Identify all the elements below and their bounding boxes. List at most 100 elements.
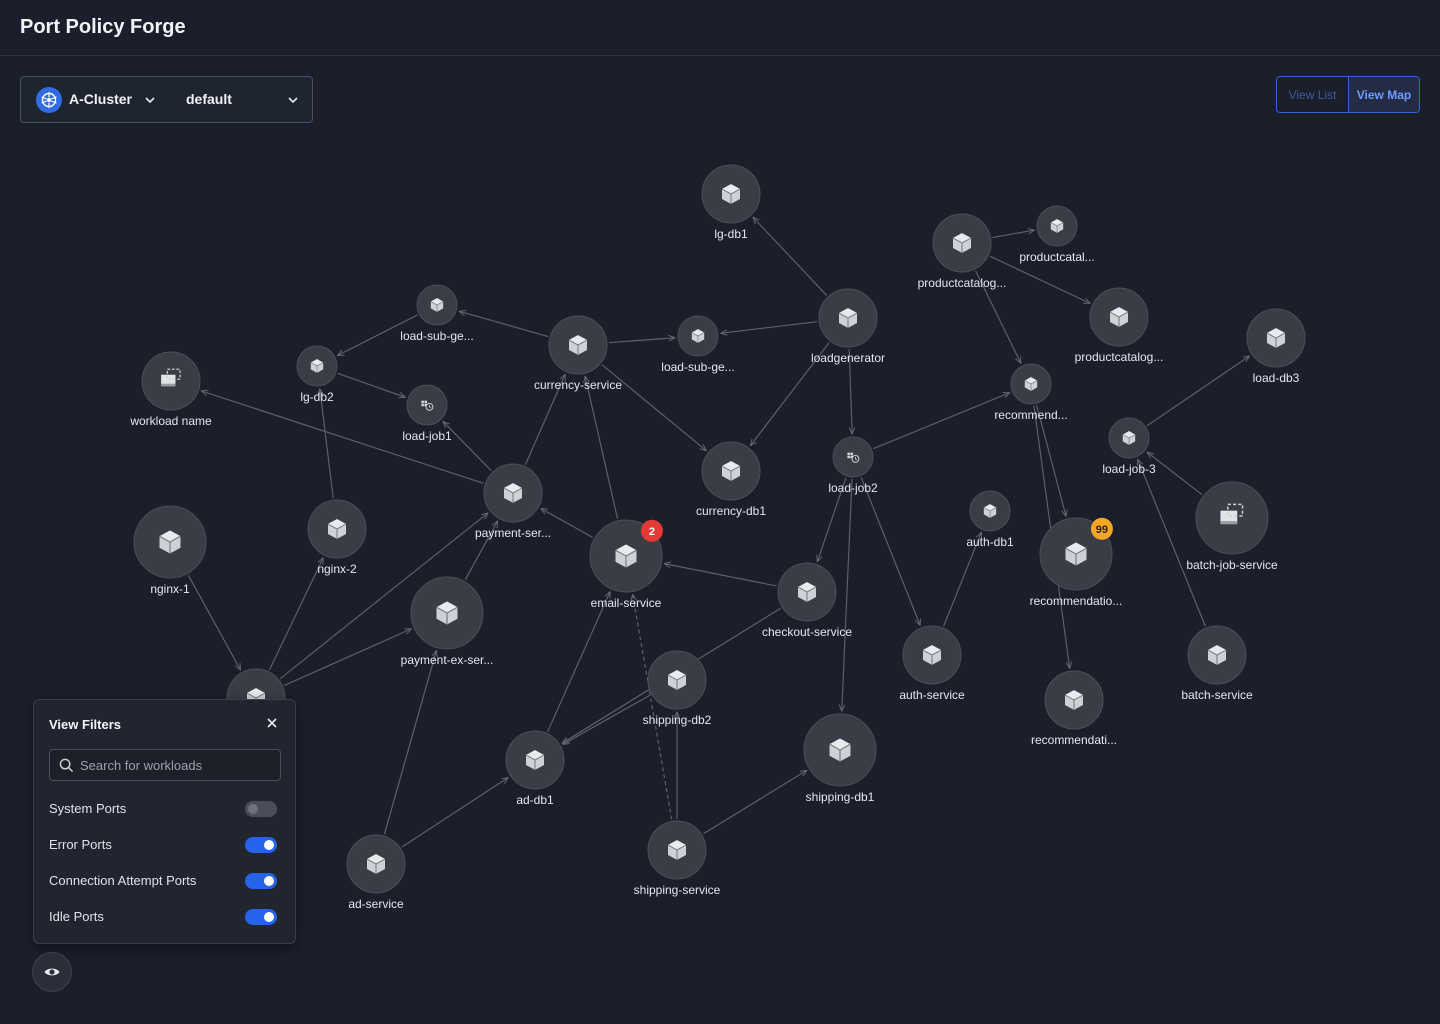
edge-email-service-to-currency-service [585, 376, 619, 520]
alert-badge-count: 99 [1096, 524, 1108, 536]
node-label: load-sub-ge... [661, 360, 734, 374]
workload-node-recommendati[interactable]: recommendati... [1031, 670, 1117, 747]
workload-node-shipping-db2[interactable]: shipping-db2 [643, 650, 712, 727]
workload-node-payment-ser[interactable]: payment-ser... [475, 463, 551, 540]
workload-node-lg-db2[interactable]: lg-db2 [296, 345, 338, 404]
node-label: productcatalog... [1075, 350, 1164, 364]
node-label: shipping-db1 [806, 790, 875, 804]
workload-node-shipping-db1[interactable]: shipping-db1 [803, 713, 877, 804]
node-label: lg-db2 [300, 390, 334, 404]
workload-node-batch-service[interactable]: batch-service [1181, 625, 1253, 702]
workload-node-workload-name[interactable]: workload name [129, 351, 212, 428]
node-label: lg-db1 [714, 227, 748, 241]
workload-node-productcatalog-a[interactable]: productcatalog... [918, 213, 1007, 290]
eye-icon [44, 968, 60, 976]
workload-node-currency-service[interactable]: currency-service [534, 315, 622, 392]
idle-ports-toggle[interactable] [245, 909, 277, 925]
node-label: auth-service [899, 688, 965, 702]
node-label: batch-service [1181, 688, 1253, 702]
node-label: checkout-service [762, 625, 852, 639]
edge-loadgenerator-to-lg-db1 [753, 217, 828, 296]
workload-node-load-sub-ge-2[interactable]: load-sub-ge... [661, 315, 735, 374]
workload-node-payment-ex-ser[interactable]: payment-ex-ser... [401, 576, 494, 667]
workload-node-nginx-1[interactable]: nginx-1 [133, 505, 207, 596]
workload-node-recommend[interactable]: recommend... [994, 363, 1068, 422]
workload-node-auth-service[interactable]: auth-service [899, 625, 965, 702]
filter-label: Idle Ports [49, 909, 104, 924]
workload-node-email-service[interactable]: email-service 2 [589, 519, 663, 610]
close-icon[interactable] [265, 716, 279, 730]
workload-node-lg-db1[interactable]: lg-db1 [701, 164, 761, 241]
view-filters-panel: View Filters System Ports Error Ports Co… [33, 699, 296, 944]
workload-node-checkout-service[interactable]: checkout-service [762, 562, 852, 639]
workload-node-nginx-2[interactable]: nginx-2 [307, 499, 367, 576]
workload-node-ad-db1[interactable]: ad-db1 [505, 730, 565, 807]
filter-row-system-ports: System Ports [49, 799, 281, 819]
filter-row-error-ports: Error Ports [49, 835, 281, 855]
filter-label: System Ports [49, 801, 127, 816]
search-icon [59, 758, 74, 773]
workload-node-load-job-3[interactable]: load-job-3 [1102, 417, 1156, 476]
filter-label: Connection Attempt Ports [49, 873, 197, 888]
node-label: recommend... [994, 408, 1067, 422]
filter-label: Error Ports [49, 837, 112, 852]
edge-load-job2-to-auth-service [860, 477, 920, 625]
workload-node-load-sub-ge-1[interactable]: load-sub-ge... [400, 284, 474, 343]
edge-nginx-1-to-hidden-node [187, 574, 242, 670]
node-label: shipping-service [634, 883, 721, 897]
node-label: productcatal... [1019, 250, 1094, 264]
node-label: recommendatio... [1030, 594, 1123, 608]
system-ports-toggle[interactable] [245, 801, 277, 817]
filters-title: View Filters [49, 717, 122, 732]
edge-load-job-3-to-load-db3 [1146, 356, 1249, 427]
node-label: nginx-1 [150, 582, 190, 596]
workload-node-recommendatio[interactable]: recommendatio... 99 [1030, 517, 1123, 608]
edge-hidden-node-to-nginx-2 [268, 558, 324, 671]
workload-node-loadgenerator[interactable]: loadgenerator [811, 288, 885, 365]
node-label: load-job-3 [1102, 462, 1156, 476]
workload-search [49, 749, 281, 781]
workload-node-currency-db1[interactable]: currency-db1 [696, 441, 766, 518]
workload-node-batch-job-service[interactable]: batch-job-service [1186, 481, 1278, 572]
node-label: ad-service [348, 897, 404, 911]
workload-node-load-job2[interactable]: load-job2 [828, 436, 878, 495]
edge-ad-db1-to-email-service [547, 592, 611, 732]
edge-load-job2-to-recommend [873, 393, 1009, 450]
search-input[interactable] [80, 750, 276, 780]
node-label: payment-ex-ser... [401, 653, 494, 667]
connection-attempt-ports-toggle[interactable] [245, 873, 277, 889]
error-ports-toggle[interactable] [245, 837, 277, 853]
workload-node-productcatal[interactable]: productcatal... [1019, 205, 1095, 264]
workload-node-load-db3[interactable]: load-db3 [1246, 308, 1306, 385]
node-label: recommendati... [1031, 733, 1117, 747]
workload-node-productcatalog-b[interactable]: productcatalog... [1075, 287, 1164, 364]
node-label: currency-service [534, 378, 622, 392]
edge-ad-service-to-ad-db1 [401, 778, 508, 848]
filter-row-connection-attempt-ports: Connection Attempt Ports [49, 871, 281, 891]
node-label: productcatalog... [918, 276, 1007, 290]
edge-batch-service-to-load-job-3 [1138, 459, 1206, 627]
node-label: currency-db1 [696, 504, 766, 518]
edge-currency-service-to-load-sub-ge-2 [608, 338, 675, 344]
node-label: ad-db1 [516, 793, 554, 807]
node-label: nginx-2 [317, 562, 357, 576]
edge-loadgenerator-to-load-sub-ge-2 [721, 321, 818, 334]
workload-node-ad-service[interactable]: ad-service [346, 834, 406, 911]
edge-productcatalog-a-to-productcatal [992, 230, 1035, 239]
node-label: load-job1 [402, 429, 452, 443]
edge-load-job2-to-shipping-db1 [842, 478, 853, 711]
edge-nginx-2-to-lg-db2 [320, 389, 334, 499]
edge-lg-db2-to-load-job1 [337, 372, 406, 397]
toggle-filters-button[interactable] [32, 952, 72, 992]
edge-shipping-service-to-shipping-db1 [703, 770, 806, 835]
alert-badge-count: 2 [649, 526, 655, 538]
node-label: auth-db1 [966, 535, 1014, 549]
node-label: batch-job-service [1186, 558, 1278, 572]
edge-checkout-service-to-email-service [664, 564, 777, 587]
edge-shipping-db2-to-ad-db1 [563, 694, 651, 745]
workload-node-load-job1[interactable]: load-job1 [402, 384, 452, 443]
workload-node-auth-db1[interactable]: auth-db1 [966, 490, 1014, 549]
workload-node-shipping-service[interactable]: shipping-service [634, 820, 721, 897]
node-label: payment-ser... [475, 526, 551, 540]
node-label: loadgenerator [811, 351, 885, 365]
